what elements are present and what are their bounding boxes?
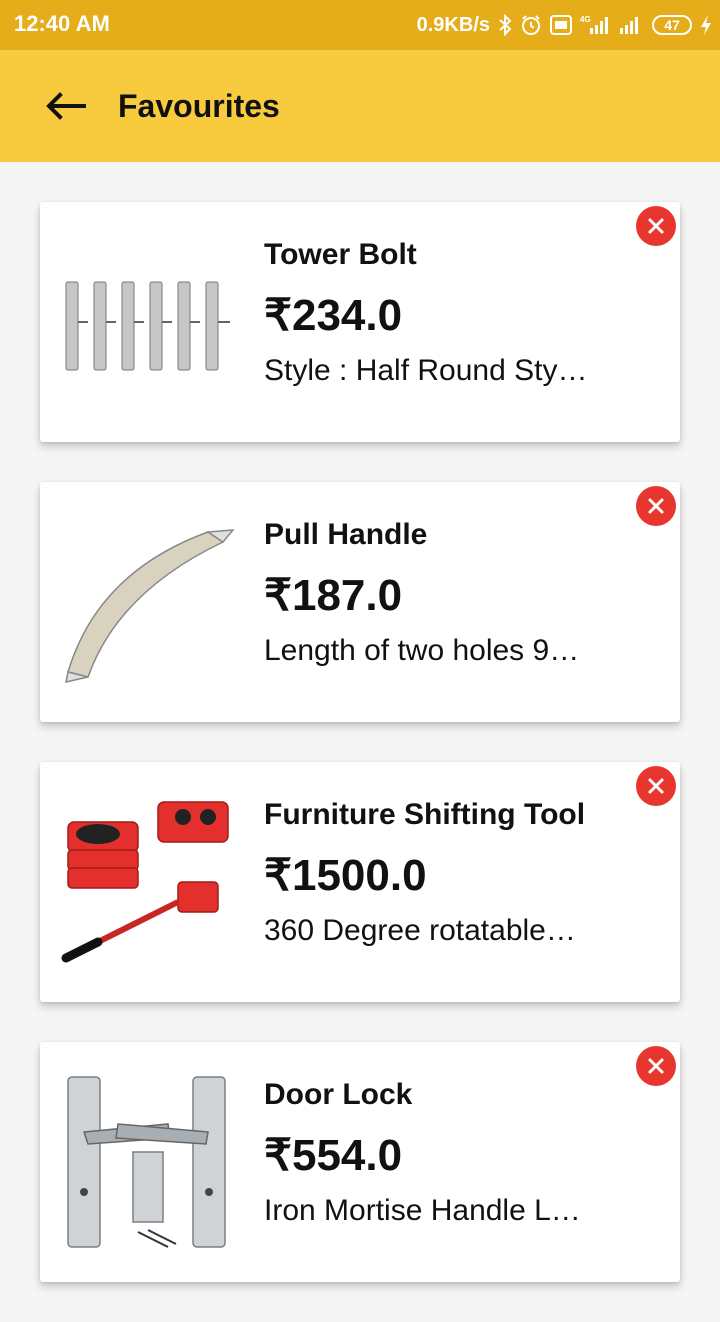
product-name: Tower Bolt <box>264 238 417 271</box>
status-icons: 0.9KB/s 4G 47 <box>417 10 712 40</box>
product-description: Style : Half Round Sty… <box>264 354 588 387</box>
alarm-icon <box>520 14 542 36</box>
favourites-list: Tower Bolt ₹234.0 Style : Half Round Sty… <box>40 202 680 1322</box>
product-description: Iron Mortise Handle L… <box>264 1194 581 1227</box>
product-name: Furniture Shifting Tool <box>264 798 586 831</box>
product-description: 360 Degree rotatable… <box>264 914 576 947</box>
bluetooth-icon <box>498 14 512 36</box>
signal-icon-2 <box>618 14 644 36</box>
signal-icon: 4G <box>580 14 610 36</box>
arrow-left-icon <box>46 92 86 120</box>
product-name: Door Lock <box>264 1078 413 1111</box>
close-icon <box>648 218 664 234</box>
product-image-pull-handle <box>58 512 238 692</box>
battery-level: 47 <box>664 17 680 33</box>
product-image-furniture-shifting-tool <box>58 792 238 972</box>
network-speed: 0.9KB/s <box>416 13 490 36</box>
remove-favourite-button[interactable] <box>636 486 676 526</box>
product-price: ₹1500.0 <box>264 851 427 900</box>
favourite-card[interactable]: Door Lock ₹554.0 Iron Mortise Handle L… <box>40 1042 680 1282</box>
status-bar: 12:40 AM 0.9KB/s 4G 47 <box>0 0 720 50</box>
product-description: Length of two holes 9… <box>264 634 580 667</box>
product-image-door-lock <box>58 1072 238 1252</box>
product-name: Pull Handle <box>264 518 428 551</box>
status-time: 12:40 AM <box>14 11 110 36</box>
volte-icon <box>550 15 572 35</box>
app-bar: Favourites <box>0 50 720 162</box>
product-price: ₹554.0 <box>264 1131 403 1180</box>
remove-favourite-button[interactable] <box>636 766 676 806</box>
product-price: ₹187.0 <box>264 571 403 620</box>
favourite-card[interactable]: Pull Handle ₹187.0 Length of two holes 9… <box>40 482 680 722</box>
charging-icon <box>700 14 712 36</box>
remove-favourite-button[interactable] <box>636 206 676 246</box>
close-icon <box>648 498 664 514</box>
product-price: ₹234.0 <box>264 291 403 340</box>
favourite-card[interactable]: Tower Bolt ₹234.0 Style : Half Round Sty… <box>40 202 680 442</box>
close-icon <box>648 778 664 794</box>
network-type: 4G <box>580 15 591 24</box>
back-button[interactable] <box>38 78 94 134</box>
remove-favourite-button[interactable] <box>636 1046 676 1086</box>
product-image-tower-bolt <box>58 232 238 412</box>
battery-icon: 47 <box>652 15 692 35</box>
close-icon <box>648 1058 664 1074</box>
page-title: Favourites <box>118 88 280 124</box>
favourite-card[interactable]: Furniture Shifting Tool ₹1500.0 360 Degr… <box>40 762 680 1002</box>
